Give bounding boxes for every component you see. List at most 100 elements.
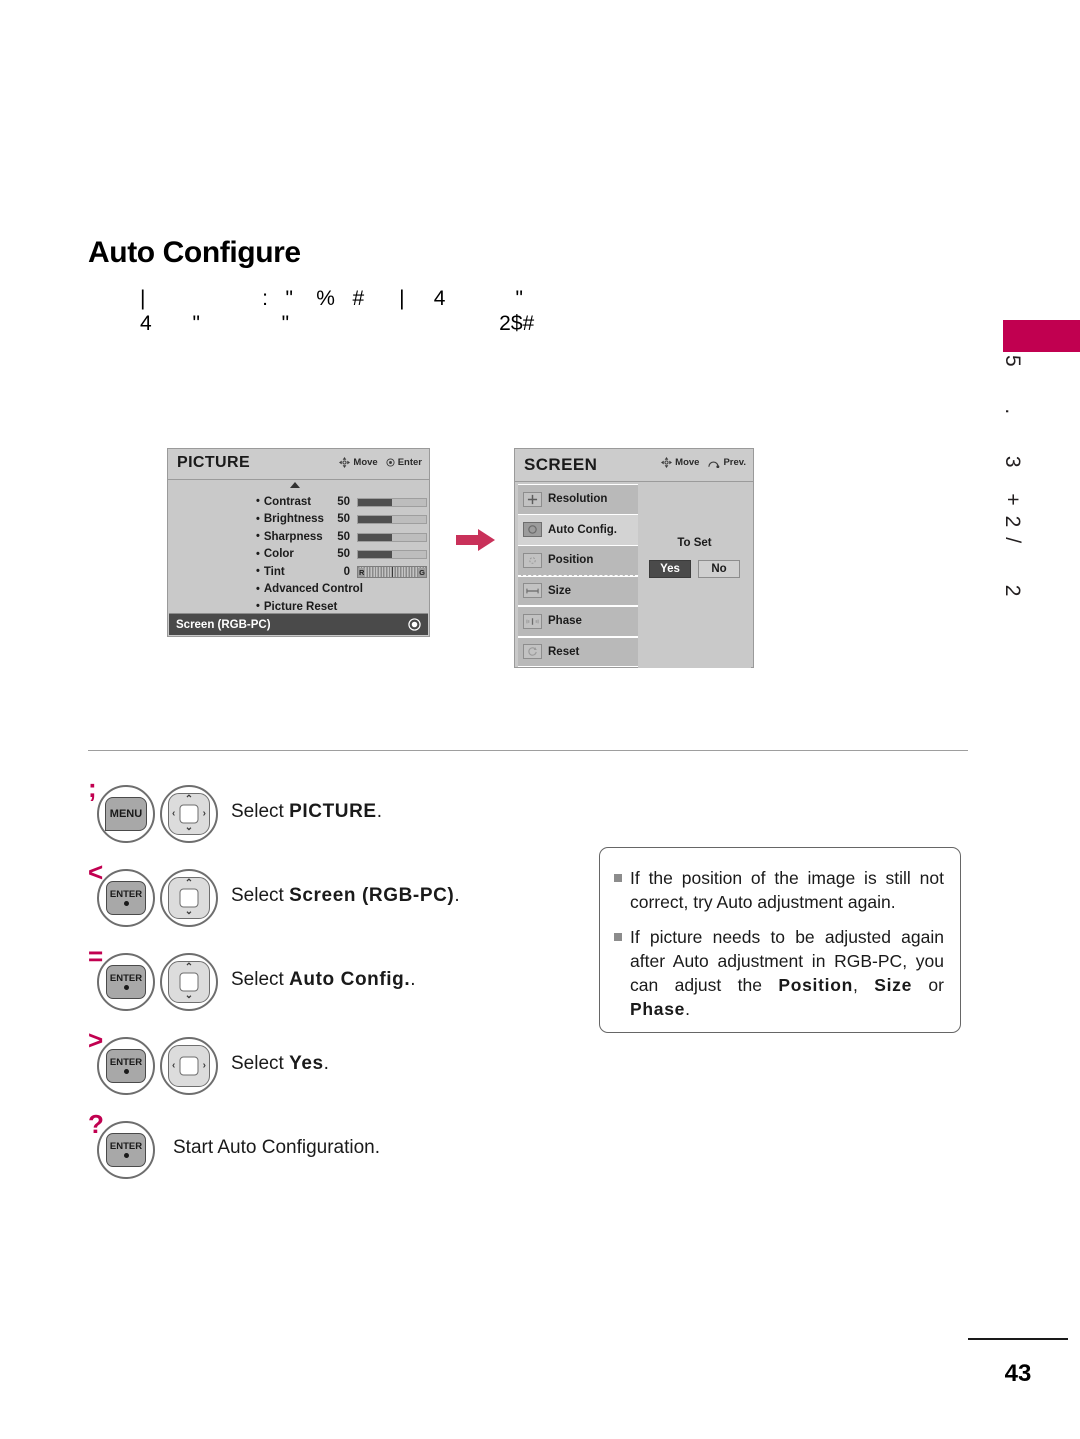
dpad-up-icon: ⌃ bbox=[184, 962, 194, 973]
step-4-suffix: . bbox=[323, 1053, 329, 1074]
screen-item-phase[interactable]: Phase bbox=[518, 606, 638, 637]
color-slider[interactable] bbox=[357, 550, 427, 559]
step-3-target: Auto Config. bbox=[289, 969, 411, 990]
menu-button[interactable]: MENU bbox=[97, 785, 155, 843]
tint-center-mark bbox=[392, 567, 393, 577]
page-number: 43 bbox=[1004, 1360, 1032, 1387]
note-text-bold-position: Position bbox=[778, 975, 853, 995]
screen-item-label: Size bbox=[548, 584, 572, 597]
screen-osd-title: SCREEN bbox=[524, 455, 598, 474]
plus-box-icon bbox=[523, 491, 542, 507]
step-2-text: Select Screen (RGB-PC). bbox=[231, 885, 460, 907]
dpad-center-icon bbox=[179, 888, 199, 908]
picture-item-tint[interactable]: • Tint 0 R G bbox=[256, 563, 427, 581]
picture-item-sharpness[interactable]: • Sharpness 50 bbox=[256, 528, 427, 546]
picture-osd-hints: Move Enter bbox=[339, 457, 422, 468]
move-box-icon bbox=[523, 552, 542, 568]
bullet-icon: • bbox=[256, 512, 260, 525]
picture-item-value: 50 bbox=[337, 513, 350, 526]
intro-paragraph: | : " % # | 4 " 4 " " 2$# bbox=[140, 287, 535, 335]
picture-osd-header: PICTURE Move Enter bbox=[168, 449, 429, 480]
bullet-icon: • bbox=[256, 600, 260, 613]
note-bullet-icon bbox=[614, 874, 622, 882]
enter-key-text: ENTER bbox=[109, 973, 143, 985]
picture-item-label: Color bbox=[263, 548, 294, 561]
dpad-icon bbox=[339, 457, 351, 468]
note-item: If picture needs to be adjusted again af… bbox=[614, 925, 944, 1021]
tint-right-mark: G bbox=[418, 567, 426, 577]
picture-item-advanced-control[interactable]: • Advanced Control bbox=[256, 581, 426, 599]
picture-item-label: Advanced Control bbox=[263, 583, 363, 596]
picture-item-value: 50 bbox=[337, 548, 350, 561]
dpad-button[interactable]: ‹ › bbox=[160, 1037, 218, 1095]
enter-button[interactable]: ENTER bbox=[97, 1121, 155, 1179]
enter-key-label: ENTER bbox=[106, 881, 146, 915]
note-text-bold-phase: Phase bbox=[630, 999, 686, 1019]
picture-item-value: 50 bbox=[337, 530, 350, 543]
reset-box-icon bbox=[523, 644, 542, 660]
step-3: = ENTER ⌃ ⌄ Select Auto Config.. bbox=[88, 943, 568, 1027]
yes-button[interactable]: Yes bbox=[649, 560, 691, 578]
enter-key-label: ENTER bbox=[106, 965, 146, 999]
note-text-part: . bbox=[685, 999, 690, 1019]
picture-item-label: Sharpness bbox=[263, 530, 323, 543]
note-text: If the position of the image is still no… bbox=[630, 868, 944, 912]
dpad-up-icon: ⌃ bbox=[184, 878, 194, 889]
no-button[interactable]: No bbox=[698, 560, 740, 578]
dpad-down-icon: ⌄ bbox=[184, 990, 194, 1001]
hint-enter: Enter bbox=[386, 457, 422, 468]
enter-button[interactable]: ENTER bbox=[97, 869, 155, 927]
hint-enter-label: Enter bbox=[397, 457, 422, 468]
screen-item-label: Resolution bbox=[548, 493, 608, 506]
screen-item-position[interactable]: Position bbox=[518, 545, 638, 576]
screen-item-auto-config[interactable]: Auto Config. bbox=[518, 514, 638, 545]
tint-slider[interactable]: R G bbox=[357, 566, 427, 578]
picture-item-value: 0 bbox=[343, 565, 350, 578]
bullet-icon: • bbox=[256, 530, 260, 543]
dpad-button[interactable]: ⌃ ⌄ bbox=[160, 869, 218, 927]
step-5-text: Start Auto Configuration. bbox=[173, 1137, 381, 1158]
dpad-updown-icon: ⌃ ⌄ bbox=[168, 877, 210, 919]
radio-dot-icon bbox=[408, 618, 421, 631]
enter-key-dot-icon bbox=[123, 900, 129, 906]
return-arrow-icon bbox=[708, 461, 720, 468]
note-item: If the position of the image is still no… bbox=[614, 866, 944, 914]
width-box-icon bbox=[523, 583, 542, 599]
step-1-target: PICTURE bbox=[289, 801, 377, 822]
enter-button[interactable]: ENTER bbox=[97, 953, 155, 1011]
screen-osd-detail-pane: To Set Yes No bbox=[638, 484, 751, 668]
step-5: ? ENTER Start Auto Configuration. bbox=[88, 1111, 568, 1195]
dpad-button[interactable]: ⌃ ⌄ ‹ › bbox=[160, 785, 218, 843]
picture-item-contrast[interactable]: • Contrast 50 bbox=[256, 493, 427, 511]
screen-item-reset[interactable]: Reset bbox=[518, 636, 638, 667]
screen-item-label: Auto Config. bbox=[548, 523, 617, 536]
picture-item-brightness[interactable]: • Brightness 50 bbox=[256, 511, 427, 529]
picture-osd-panel: PICTURE Move Enter • Contrast 50 • Brigh… bbox=[167, 448, 430, 637]
phase-box-icon bbox=[523, 613, 542, 629]
note-text-part: or bbox=[912, 975, 944, 995]
contrast-slider[interactable] bbox=[357, 497, 427, 507]
right-arrow-icon bbox=[456, 529, 495, 551]
step-4-target: Yes bbox=[289, 1053, 324, 1074]
screen-item-resolution[interactable]: Resolution bbox=[518, 484, 638, 515]
screen-item-label: Position bbox=[548, 554, 594, 567]
brightness-slider[interactable] bbox=[357, 515, 427, 524]
step-4-prefix: Select bbox=[231, 1053, 290, 1074]
screen-item-size[interactable]: Size bbox=[518, 575, 638, 606]
section-divider bbox=[88, 750, 968, 751]
enter-key-dot-icon bbox=[123, 1152, 129, 1158]
step-2: < ENTER ⌃ ⌄ Select Screen (RGB-PC). bbox=[88, 859, 568, 943]
enter-button[interactable]: ENTER bbox=[97, 1037, 155, 1095]
dpad-button[interactable]: ⌃ ⌄ bbox=[160, 953, 218, 1011]
sharpness-slider[interactable] bbox=[357, 532, 427, 542]
bullet-icon: • bbox=[256, 547, 260, 560]
note-text: If picture needs to be adjusted again af… bbox=[630, 925, 944, 1021]
picture-osd-screen-rgbpc-bar[interactable]: Screen (RGB-PC) bbox=[169, 613, 428, 635]
dpad-down-icon: ⌄ bbox=[184, 822, 194, 833]
step-1-number: ; bbox=[88, 773, 97, 803]
dpad-down-icon: ⌄ bbox=[184, 906, 194, 917]
picture-item-color[interactable]: • Color 50 bbox=[256, 546, 427, 564]
dpad-updown-icon: ⌃ ⌄ bbox=[168, 961, 210, 1003]
dpad-4way-icon: ⌃ ⌄ ‹ › bbox=[168, 793, 210, 835]
note-text-part: , bbox=[853, 975, 875, 995]
